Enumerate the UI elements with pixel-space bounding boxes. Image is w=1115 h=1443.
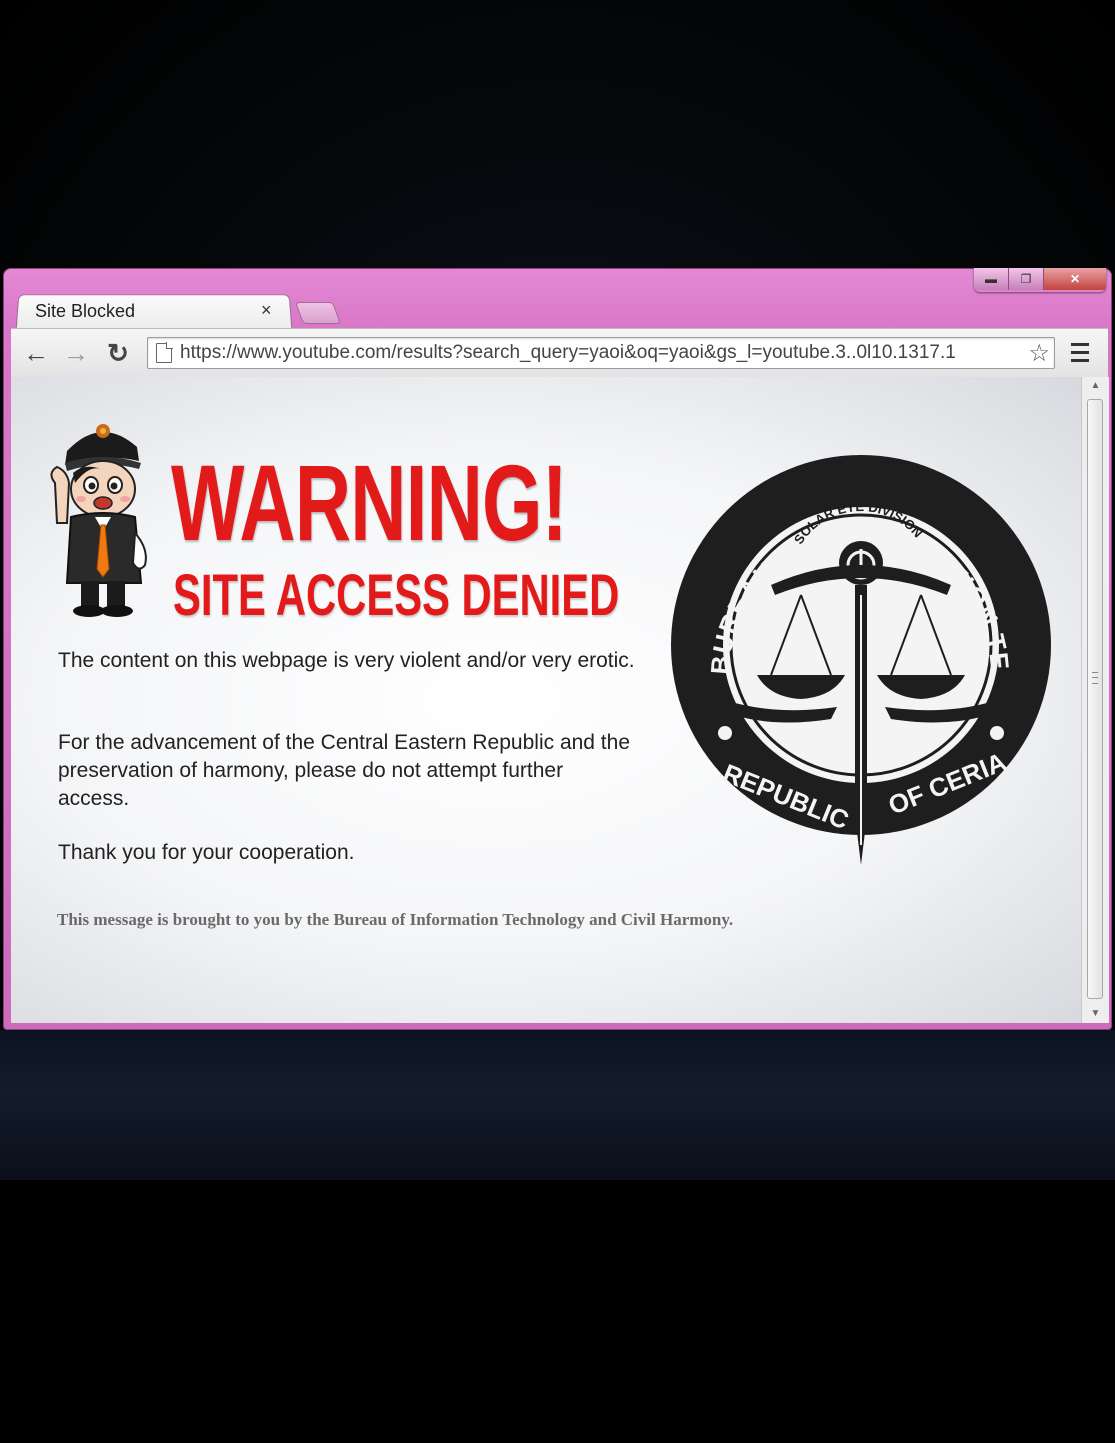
browser-window: ▬ ❐ ✕ Site Blocked × ← → ↻ ☆ (3, 268, 1112, 1030)
page-icon (156, 342, 173, 363)
page-content: WARNING! SITE ACCESS DENIED The content … (11, 377, 1081, 1023)
tab-title: Site Blocked (35, 301, 136, 321)
back-button[interactable]: ← (21, 337, 51, 368)
maximize-icon: ❐ (1020, 272, 1032, 286)
url-input[interactable] (180, 340, 1022, 366)
menu-icon[interactable] (1071, 340, 1089, 362)
close-window-button[interactable]: ✕ (1044, 268, 1106, 290)
window-controls: ▬ ❐ ✕ (974, 268, 1106, 292)
scroll-down-arrow-icon[interactable]: ▼ (1082, 1005, 1109, 1023)
reload-button[interactable]: ↻ (103, 337, 133, 368)
star-icon[interactable]: ☆ (1028, 339, 1050, 368)
minimize-button[interactable]: ▬ (974, 268, 1009, 290)
new-tab-button[interactable] (294, 302, 342, 324)
thumb-grip-icon (1092, 672, 1098, 684)
forward-button[interactable]: → (61, 337, 91, 368)
address-bar[interactable]: ☆ (147, 337, 1055, 369)
reload-icon: ↻ (107, 337, 129, 368)
back-arrow-icon: ← (23, 337, 49, 368)
tab-close-button[interactable]: × (261, 300, 272, 321)
advancement-text: For the advancement of the Central Easte… (58, 731, 631, 810)
minimize-icon: ▬ (985, 272, 997, 286)
access-denied-heading: SITE ACCESS DENIED (173, 563, 620, 628)
vertical-scrollbar[interactable]: ▲ ▼ (1081, 377, 1109, 1023)
thank-you-text: Thank you for your cooperation. (58, 841, 355, 864)
close-icon: ✕ (1069, 272, 1081, 286)
maximize-button[interactable]: ❐ (1009, 268, 1044, 290)
officer-mascot (50, 424, 147, 617)
forward-arrow-icon: → (63, 337, 89, 368)
floor-reflection (0, 1030, 1115, 1180)
footer-note: This message is brought to you by the Bu… (57, 910, 734, 929)
bureau-seal: BUREAU OF INFORMATION TECHNOLOGY AND CIV… (661, 435, 1051, 865)
browser-toolbar: ← → ↻ ☆ (11, 328, 1108, 378)
scroll-up-arrow-icon[interactable]: ▲ (1082, 377, 1109, 395)
content-warning-text: The content on this webpage is very viol… (58, 649, 635, 672)
scroll-thumb[interactable] (1087, 399, 1103, 999)
warning-heading: WARNING! (171, 442, 568, 563)
